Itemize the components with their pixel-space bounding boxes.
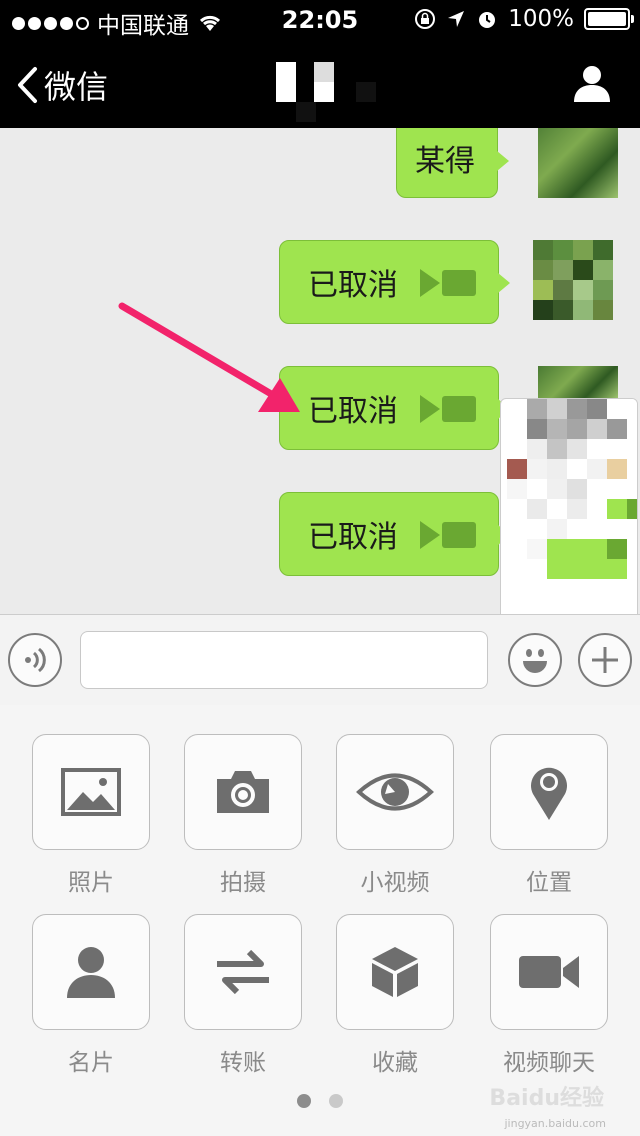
context-popup[interactable] (500, 398, 638, 614)
location-arrow-icon (448, 11, 465, 27)
function-panel: 照片 拍摄 小视频 位置 名片 转账 收藏 视频聊天 Baidu经验 jingy… (0, 705, 640, 1136)
message-bubble[interactable]: 某得 (396, 128, 509, 198)
tile-label: 收藏 (372, 1050, 418, 1076)
transfer-arrows-icon (217, 950, 269, 994)
watermark: Baidu经验 (489, 1086, 604, 1111)
input-bar (0, 614, 640, 706)
back-button[interactable]: 微信 (16, 62, 108, 108)
status-right: 100% (414, 6, 634, 32)
battery-label: 100% (508, 6, 574, 32)
annotation-arrow-icon (118, 302, 300, 412)
voice-icon (25, 647, 46, 673)
transfer-tile[interactable] (184, 914, 302, 1030)
message-bubble[interactable]: 已取消 (279, 492, 510, 576)
tile-label: 小视频 (360, 870, 430, 896)
box-icon (372, 947, 418, 997)
title-mosaic (276, 62, 376, 122)
video-chat-tile[interactable] (490, 914, 608, 1030)
eye-icon (356, 773, 434, 811)
battery-icon (584, 8, 634, 30)
message-input[interactable] (80, 631, 488, 689)
alarm-icon (479, 12, 496, 28)
watermark-url: jingyan.baidu.com (504, 1117, 606, 1130)
message-text: 已取消 (308, 520, 398, 555)
message-text: 已取消 (308, 268, 398, 303)
emoji-button[interactable] (508, 633, 562, 687)
tile-label: 视频聊天 (503, 1050, 595, 1076)
back-label: 微信 (44, 68, 109, 106)
rotation-lock-icon (415, 9, 436, 29)
tile-label: 拍摄 (220, 870, 266, 896)
plus-icon (592, 647, 618, 673)
tile-label: 位置 (526, 870, 572, 896)
message-text: 某得 (415, 144, 475, 179)
nav-bar: 微信 (0, 40, 640, 128)
avatar[interactable] (538, 128, 618, 198)
voice-button[interactable] (8, 633, 62, 687)
status-bar: 中国联通 22:05 100% (0, 0, 640, 40)
chat-area: 某得 已取消 已取消 已取消 (0, 128, 640, 614)
tile-label: 转账 (220, 1050, 266, 1076)
message-text: 已取消 (308, 394, 398, 429)
person-card-icon (67, 947, 115, 998)
emoji-icon (523, 649, 547, 673)
tile-label: 名片 (68, 1050, 114, 1076)
video-camera-icon (519, 956, 579, 988)
profile-icon[interactable] (572, 64, 612, 104)
location-pin-icon (531, 767, 567, 820)
camera-tile[interactable] (184, 734, 302, 850)
chevron-left-icon (18, 67, 37, 103)
popup-mosaic (507, 399, 637, 599)
page-indicator-dot[interactable] (329, 1094, 343, 1108)
cancel-indicator-icon (420, 521, 476, 549)
tile-label: 照片 (68, 870, 114, 896)
camera-icon (217, 771, 269, 813)
contact-card-tile[interactable] (32, 914, 150, 1030)
photo-icon (61, 768, 121, 816)
page-indicator-dot-active[interactable] (297, 1094, 311, 1108)
short-video-tile[interactable] (336, 734, 454, 850)
cancel-indicator-icon (420, 395, 476, 423)
more-button[interactable] (578, 633, 632, 687)
photo-tile[interactable] (32, 734, 150, 850)
location-tile[interactable] (490, 734, 608, 850)
avatar[interactable] (533, 240, 613, 320)
favorites-tile[interactable] (336, 914, 454, 1030)
avatar[interactable] (538, 366, 618, 398)
cancel-indicator-icon (420, 269, 476, 297)
